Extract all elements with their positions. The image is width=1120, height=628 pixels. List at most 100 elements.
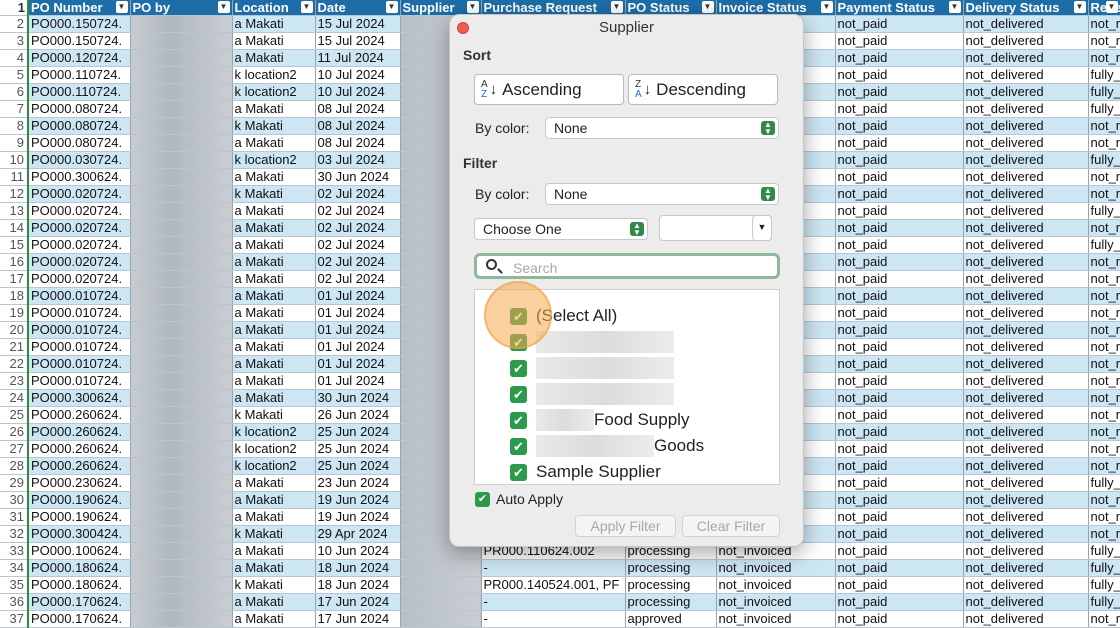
cell-location[interactable]: k Makati: [232, 185, 316, 203]
cell-payment-status[interactable]: not_paid: [835, 253, 964, 271]
cell-receipt-status[interactable]: not_receiv: [1088, 253, 1120, 271]
cell-payment-status[interactable]: not_paid: [835, 151, 964, 169]
cell-date[interactable]: 25 Jun 2024: [315, 423, 401, 441]
cell-po-by[interactable]: [130, 610, 233, 628]
cell-date[interactable]: 17 Jun 2024: [315, 610, 401, 628]
cell-payment-status[interactable]: not_paid: [835, 270, 964, 288]
cell-payment-status[interactable]: not_paid: [835, 287, 964, 305]
cell-invoice-status[interactable]: not_invoiced: [716, 559, 836, 577]
cell-location[interactable]: k location2: [232, 457, 316, 475]
cell-payment-status[interactable]: not_paid: [835, 491, 964, 509]
column-header-delivery-status[interactable]: Delivery Status ▼: [963, 0, 1089, 16]
cell-receipt-status[interactable]: not_receiv: [1088, 372, 1120, 390]
column-header-date[interactable]: Date ▼: [315, 0, 401, 16]
cell-po-by[interactable]: [130, 304, 233, 322]
cell-delivery-status[interactable]: not_delivered: [963, 542, 1089, 560]
cell-location[interactable]: k Makati: [232, 406, 316, 424]
cell-location[interactable]: k Makati: [232, 576, 316, 594]
cell-po-number[interactable]: PO000.020724.: [28, 270, 131, 288]
cell-delivery-status[interactable]: not_delivered: [963, 559, 1089, 577]
row-number[interactable]: 32: [0, 525, 29, 543]
cell-po-number[interactable]: PO000.110724.: [28, 66, 131, 84]
cell-po-by[interactable]: [130, 406, 233, 424]
cell-po-number[interactable]: PO000.170624.: [28, 593, 131, 611]
cell-receipt-status[interactable]: not_receiv: [1088, 287, 1120, 305]
cell-payment-status[interactable]: not_paid: [835, 338, 964, 356]
cell-payment-status[interactable]: not_paid: [835, 321, 964, 339]
cell-po-by[interactable]: [130, 151, 233, 169]
cell-po-by[interactable]: [130, 576, 233, 594]
column-header-po-number[interactable]: PO Number ▼: [28, 0, 131, 16]
cell-payment-status[interactable]: not_paid: [835, 525, 964, 543]
filter-dropdown-icon[interactable]: ▼: [217, 1, 230, 13]
cell-po-number[interactable]: PO000.260624.: [28, 406, 131, 424]
cell-delivery-status[interactable]: not_delivered: [963, 593, 1089, 611]
cell-po-number[interactable]: PO000.080724.: [28, 100, 131, 118]
cell-po-number[interactable]: PO000.230624.: [28, 474, 131, 492]
cell-po-number[interactable]: PO000.020724.: [28, 219, 131, 237]
cell-delivery-status[interactable]: not_delivered: [963, 202, 1089, 220]
cell-payment-status[interactable]: not_paid: [835, 66, 964, 84]
list-item[interactable]: ✔: [510, 383, 674, 405]
filter-dropdown-icon[interactable]: ▼: [1105, 1, 1118, 13]
row-number[interactable]: 22: [0, 355, 29, 373]
filter-by-color-select[interactable]: None ▲ ▼: [545, 183, 779, 205]
cell-po-number[interactable]: PO000.150724.: [28, 32, 131, 50]
cell-po-by[interactable]: [130, 236, 233, 254]
cell-po-number[interactable]: PO000.020724.: [28, 185, 131, 203]
cell-date[interactable]: 26 Jun 2024: [315, 406, 401, 424]
row-number[interactable]: 10: [0, 151, 29, 169]
cell-supplier[interactable]: [400, 610, 482, 628]
cell-po-number[interactable]: PO000.100624.: [28, 542, 131, 560]
filter-dropdown-icon[interactable]: ▼: [300, 1, 313, 13]
cell-location[interactable]: a Makati: [232, 15, 316, 33]
cell-invoice-status[interactable]: not_invoiced: [716, 610, 836, 628]
checkmark-icon[interactable]: ✔: [510, 437, 527, 455]
cell-receipt-status[interactable]: not_receiv: [1088, 389, 1120, 407]
cell-po-by[interactable]: [130, 457, 233, 475]
cell-location[interactable]: a Makati: [232, 372, 316, 390]
sort-ascending-button[interactable]: AZ ↓ Ascending: [474, 74, 624, 105]
row-number[interactable]: 36: [0, 593, 29, 611]
cell-receipt-status[interactable]: not_receiv: [1088, 134, 1120, 152]
cell-receipt-status[interactable]: fully_recei: [1088, 474, 1120, 492]
cell-po-by[interactable]: [130, 474, 233, 492]
cell-receipt-status[interactable]: not_receiv: [1088, 219, 1120, 237]
cell-supplier[interactable]: [400, 593, 482, 611]
cell-delivery-status[interactable]: not_delivered: [963, 321, 1089, 339]
cell-delivery-status[interactable]: not_delivered: [963, 100, 1089, 118]
cell-po-number[interactable]: PO000.180624.: [28, 576, 131, 594]
list-item[interactable]: ✔ Sample Supplier: [510, 462, 661, 482]
cell-po-by[interactable]: [130, 168, 233, 186]
row-number[interactable]: 33: [0, 542, 29, 560]
cell-receipt-status[interactable]: not_receiv: [1088, 610, 1120, 628]
cell-location[interactable]: k location2: [232, 440, 316, 458]
cell-po-by[interactable]: [130, 270, 233, 288]
cell-po-by[interactable]: [130, 508, 233, 526]
row-number[interactable]: 31: [0, 508, 29, 526]
cell-purchase-request[interactable]: PR000.140524.001, PF: [481, 576, 626, 594]
cell-receipt-status[interactable]: fully_recei: [1088, 100, 1120, 118]
cell-po-by[interactable]: [130, 338, 233, 356]
cell-po-by[interactable]: [130, 559, 233, 577]
row-number[interactable]: 6: [0, 83, 29, 101]
cell-receipt-status[interactable]: fully_recei: [1088, 236, 1120, 254]
cell-purchase-request[interactable]: -: [481, 610, 626, 628]
cell-delivery-status[interactable]: not_delivered: [963, 355, 1089, 373]
cell-supplier[interactable]: [400, 559, 482, 577]
cell-payment-status[interactable]: not_paid: [835, 168, 964, 186]
cell-payment-status[interactable]: not_paid: [835, 236, 964, 254]
cell-delivery-status[interactable]: not_delivered: [963, 610, 1089, 628]
cell-date[interactable]: 18 Jun 2024: [315, 576, 401, 594]
cell-date[interactable]: 01 Jul 2024: [315, 338, 401, 356]
cell-payment-status[interactable]: not_paid: [835, 372, 964, 390]
cell-delivery-status[interactable]: not_delivered: [963, 270, 1089, 288]
cell-receipt-status[interactable]: not_receiv: [1088, 423, 1120, 441]
sort-by-color-select[interactable]: None ▲ ▼: [545, 117, 779, 139]
cell-date[interactable]: 01 Jul 2024: [315, 372, 401, 390]
cell-receipt-status[interactable]: not_receiv: [1088, 355, 1120, 373]
cell-delivery-status[interactable]: not_delivered: [963, 508, 1089, 526]
cell-po-number[interactable]: PO000.260624.: [28, 440, 131, 458]
cell-delivery-status[interactable]: not_delivered: [963, 151, 1089, 169]
cell-location[interactable]: k location2: [232, 151, 316, 169]
